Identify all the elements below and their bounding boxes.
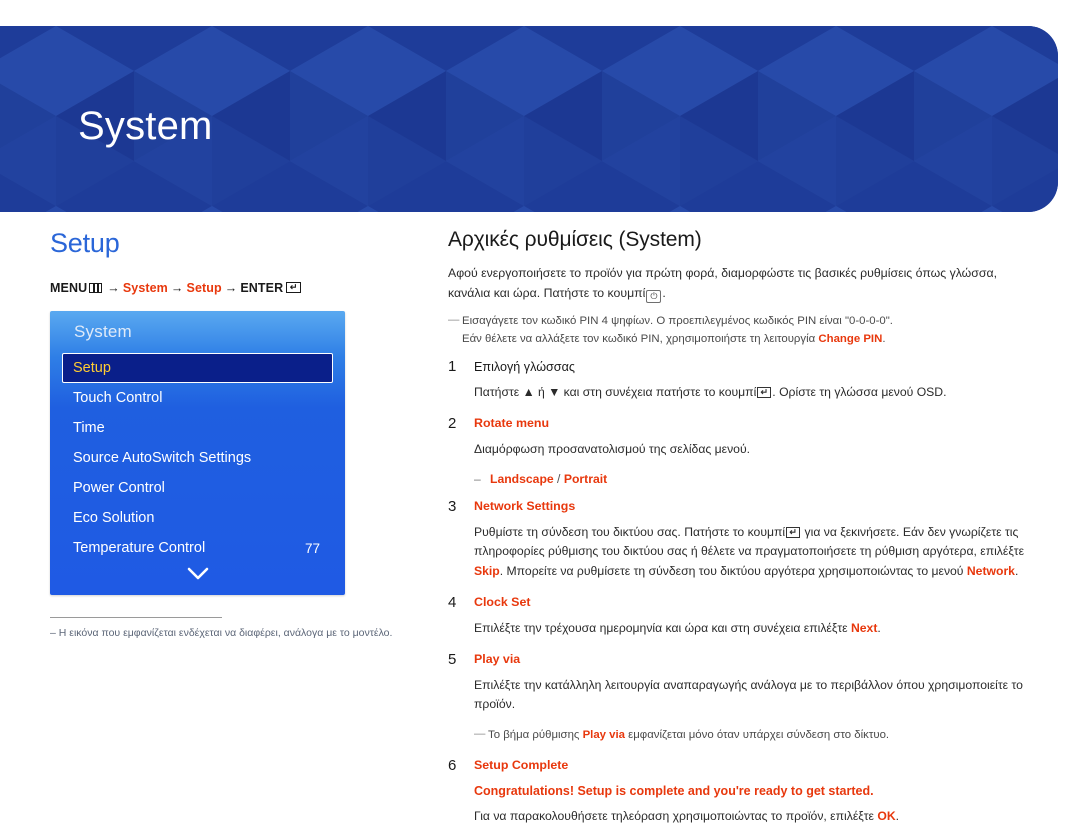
enter-key-icon: ↵ [786,526,801,538]
intro-text: Αφού ενεργοποιήσετε το προϊόν για πρώτη … [448,266,997,300]
ok-ref: OK [877,808,896,823]
step-heading: Play via [474,651,521,666]
pin-note-line2a: Εάν θέλετε να αλλάξετε τον κωδικό PIN, χ… [462,332,816,345]
osd-item-label: Setup [73,360,111,376]
network-ref: Network [966,564,1015,579]
step-4: 4 Clock Set Επιλέξτε την τρέχουσα ημερομ… [448,594,1034,639]
osd-item-label: Eco Solution [73,510,155,526]
grid-lines-icon [89,283,103,293]
step-heading: Network Settings [474,498,576,513]
step-body: Ρυθμίστε τη σύνδεση του δικτύου σας. Πατ… [474,523,1034,582]
intro-paragraph: Αφού ενεργοποιήσετε το προϊόν για πρώτη … [448,264,1034,304]
step-body-text-c: . Μπορείτε να ρυθμίσετε τη σύνδεση του δ… [499,564,967,579]
osd-menu-panel[interactable]: System Setup Touch Control Time Source A… [50,311,345,595]
step-body-text-b: . Ορίστε τη γλώσσα μενού OSD. [772,385,947,400]
intro-text-end: . [662,285,666,300]
step-number: 5 [448,650,457,668]
step-6: 6 Setup Complete Congratulations! Setup … [448,757,1034,827]
osd-item-power-control[interactable]: Power Control [62,473,333,503]
step-2-options: – Landscape / Portrait [474,472,1034,486]
chevron-down-icon[interactable] [62,563,333,589]
osd-item-label: Touch Control [73,390,163,406]
chevron-down-glyph [187,567,208,580]
bullet-dash-icon: – [474,471,481,486]
step-number: 3 [448,497,457,515]
section-title: Setup [50,228,120,258]
left-column: Setup MENU → System → Setup → ENTER ↵ System Se… [50,228,420,641]
left-footnote: – Η εικόνα που εμφανίζεται ενδέχεται να … [50,627,393,639]
step-2: 2 Rotate menu Διαμόρφωση προσανατολισμού… [448,415,1034,486]
step-number: 2 [448,414,457,432]
enter-key-icon: ↵ [286,282,302,293]
osd-menu-title: System [74,322,132,341]
osd-item-temperature-control[interactable]: Temperature Control 77 [62,533,333,563]
step-body-text-a: Ρυθμίστε τη σύνδεση του δικτύου σας. Πατ… [474,524,786,539]
step-heading: Clock Set [474,594,531,609]
option-landscape: Landscape [490,471,554,486]
osd-item-label: Temperature Control [73,540,206,556]
step-heading: Setup Complete [474,757,569,772]
skip-ref: Skip [474,564,500,579]
osd-item-source-autoswitch-settings[interactable]: Source AutoSwitch Settings [62,443,333,473]
step-5-note: — Το βήμα ρύθμισης Play via εμφανίζεται μ… [474,727,1034,745]
step-body-text-a: Πατήστε ▲ ή ▼ και στη συνέχεια πατήστε τ… [474,385,757,400]
breadcrumb-crumb-setup[interactable]: Setup [187,281,222,295]
page-title: System [78,104,213,148]
step-body-text-a: Επιλέξτε την τρέχουσα ημερομηνία και ώρα… [474,620,851,635]
step-3: 3 Network Settings Ρυθμίστε τη σύνδεση τ… [448,498,1034,582]
step-body-text-b: . [895,808,900,823]
content-title: Αρχικές ρυθμίσεις (System) [448,228,702,251]
play-via-ref: Play via [582,729,625,742]
step-body: Για να παρακολουθήσετε τηλεόραση χρησιμο… [474,807,1034,827]
note-text-b: εμφανίζεται μόνο όταν υπάρχει σύνδεση στ… [625,729,890,742]
note-text-a: Το βήμα ρύθμισης [488,729,583,742]
note-dash-icon: — [474,728,486,741]
osd-item-value: 77 [304,540,320,556]
step-heading: Rotate menu [474,415,550,430]
step-number: 4 [448,593,457,611]
option-separator: / [553,471,564,486]
breadcrumb-arrow-1: → [107,281,120,295]
osd-item-label: Time [73,420,105,436]
step-body: Διαμόρφωση προσανατολισμού της σελίδας μ… [474,441,750,456]
pin-note-line1: Εισαγάγετε τον κωδικό PIN 4 ψηφίων. Ο πρ… [462,314,893,327]
osd-item-time[interactable]: Time [62,413,333,443]
osd-item-label: Source AutoSwitch Settings [73,450,252,466]
breadcrumb-enter-label: ENTER [240,281,284,295]
note-dash-icon: — [448,313,460,326]
enter-key-icon: ↵ [757,387,772,399]
step-body-text-b: . [877,620,881,635]
next-ref: Next [850,620,878,635]
step-5: 5 Play via Επιλέξτε την κατάλληλη λειτου… [448,651,1034,745]
step-body: Επιλέξτε την τρέχουσα ημερομηνία και ώρα… [474,619,1034,639]
steps-list: 1 Επιλογή γλώσσας Πατήστε ▲ ή ▼ και στη … [448,358,1034,827]
osd-item-label: Power Control [73,480,165,496]
step-body: Επιλέξτε την κατάλληλη λειτουργία αναπαρ… [474,677,1023,712]
congratulations-message: Congratulations! Setup is complete and y… [474,783,874,798]
breadcrumb-crumb-system[interactable]: System [123,281,168,295]
option-portrait: Portrait [563,471,608,486]
osd-menu-list: Setup Touch Control Time Source AutoSwit… [50,353,345,589]
step-number: 1 [448,357,457,375]
right-column: Αρχικές ρυθμίσεις (System) Αφού ενεργοπο… [448,228,1034,839]
breadcrumb-menu-label: MENU [50,281,88,295]
step-body-text-a: Για να παρακολουθήσετε τηλεόραση χρησιμο… [474,808,878,823]
footnote-divider [50,617,222,618]
step-body-text-d: . [1014,564,1019,579]
power-button-icon: ⏻ [646,289,662,303]
osd-item-touch-control[interactable]: Touch Control [62,383,333,413]
osd-item-eco-solution[interactable]: Eco Solution [62,503,333,533]
breadcrumb: MENU → System → Setup → ENTER ↵ [50,281,420,295]
breadcrumb-arrow-2: → [170,281,184,295]
step-heading: Επιλογή γλώσσας [474,359,575,374]
osd-item-setup[interactable]: Setup [62,353,333,383]
breadcrumb-arrow-3: → [224,281,238,295]
step-1: 1 Επιλογή γλώσσας Πατήστε ▲ ή ▼ και στη … [448,358,1034,403]
step-body: Πατήστε ▲ ή ▼ και στη συνέχεια πατήστε τ… [474,383,1034,403]
step-number: 6 [448,756,457,774]
change-pin-ref: Change PIN [818,332,883,345]
pin-note: — Εισαγάγετε τον κωδικό PIN 4 ψηφίων. Ο … [448,312,1034,348]
page-header-banner: System [0,26,1058,212]
pin-note-line2b: . [882,332,886,345]
